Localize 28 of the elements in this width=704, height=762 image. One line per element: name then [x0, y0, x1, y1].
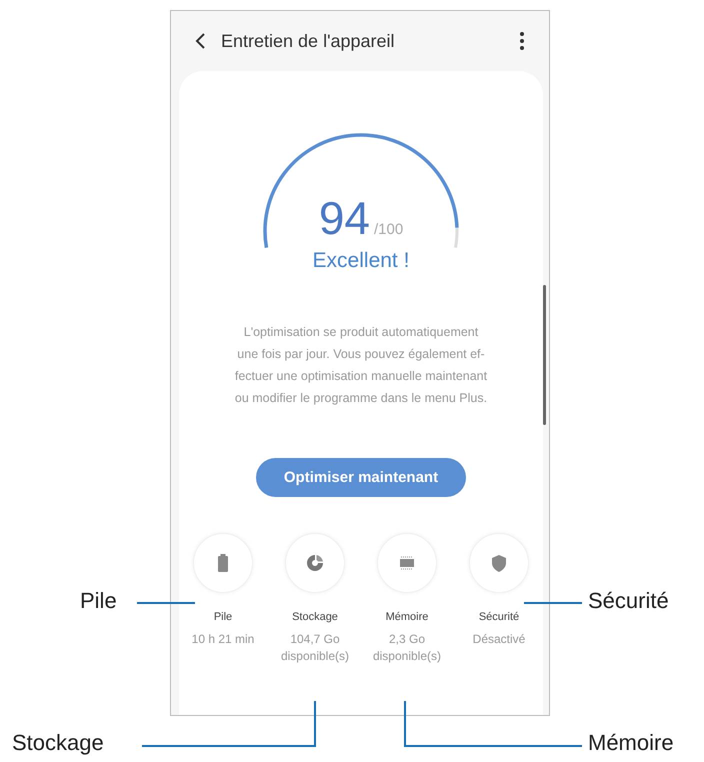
back-icon[interactable]	[193, 31, 207, 51]
rating-text: Excellent !	[312, 249, 410, 273]
leader-line	[137, 602, 195, 604]
pie-chart-icon	[305, 552, 325, 572]
description-text: L'optimisation se produit automatiquement une fois par jour. Vous pouvez également ef- fectuer une optimisation manuelle maintenant ou modifier le programme dans le menu Plus.	[234, 324, 488, 407]
category-value: 104,7 Go disponible(s)	[280, 630, 350, 664]
category-label: Mémoire	[386, 610, 428, 622]
category-button[interactable]	[377, 532, 437, 592]
shield-icon	[489, 552, 509, 572]
category-label: Sécurité	[478, 610, 520, 622]
score-value: 94	[318, 191, 370, 245]
optimize-button[interactable]: Optimiser maintenant	[256, 458, 466, 496]
callout-label: Pile	[80, 588, 117, 614]
category-value: 2,3 Go disponible(s)	[372, 630, 442, 664]
category-button[interactable]	[469, 532, 529, 592]
category-value: Désactivé	[472, 630, 526, 648]
more-options-icon[interactable]	[519, 31, 525, 51]
category-label: Pile	[214, 610, 232, 622]
callout-label: Mémoire	[588, 730, 674, 756]
leader-line	[524, 602, 582, 604]
category-label: Stockage	[292, 610, 338, 622]
category-button[interactable]	[193, 532, 253, 592]
screen-title: Entretien de l'appareil	[221, 30, 396, 52]
category-button[interactable]	[285, 532, 345, 592]
category-value: 10 h 21 min	[190, 630, 256, 648]
score-max: /100	[374, 221, 404, 238]
callout-label: Sécurité	[588, 588, 669, 614]
callout-label: Stockage	[12, 730, 104, 756]
